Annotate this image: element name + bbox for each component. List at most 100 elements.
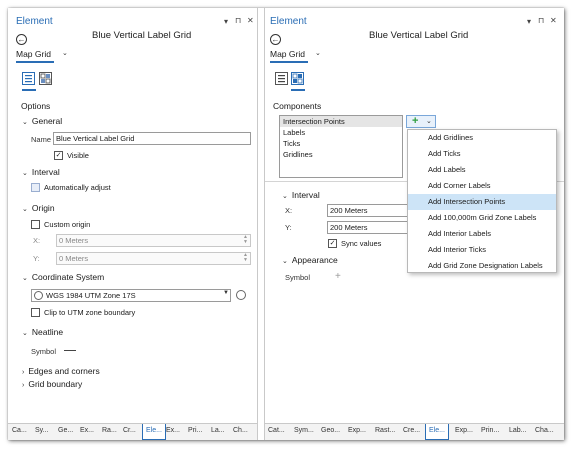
sync-values-checkbox[interactable]: ✓	[328, 239, 337, 248]
spinner-icon[interactable]: ▲ ▼	[243, 235, 248, 245]
tab-chart[interactable]: Cha...	[535, 427, 554, 434]
menu-item-add-grid-zone-labels[interactable]: Add 100,000m Grid Zone Labels	[408, 210, 556, 226]
properties-tab-icon[interactable]	[22, 72, 35, 85]
menu-item-add-gzd-labels[interactable]: Add Grid Zone Designation Labels	[408, 258, 556, 274]
tab-raster[interactable]: Rast...	[375, 427, 395, 434]
chevron-down-icon[interactable]: ⌄	[62, 49, 68, 57]
tab-layout[interactable]: La...	[211, 427, 225, 434]
auto-adjust-checkbox[interactable]	[31, 183, 40, 192]
list-item[interactable]: Ticks	[280, 138, 402, 149]
list-item[interactable]: Labels	[280, 127, 402, 138]
neatline-symbol-swatch[interactable]	[64, 350, 76, 351]
general-group-header[interactable]: ⌄ General	[22, 116, 62, 126]
grid-selector[interactable]: Map Grid	[16, 49, 51, 59]
display-tab-icon[interactable]	[39, 72, 52, 85]
pane-tab-strip: Cat... Sym... Geo... Exp... Rast... Cre.…	[265, 423, 564, 440]
tab-export[interactable]: Ex...	[80, 427, 94, 434]
close-icon[interactable]: ✕	[247, 16, 254, 25]
appearance-symbol-label: Symbol	[285, 273, 311, 282]
element-pane-left: Element ▾ ⊓ ✕ ← Blue Vertical Label Grid…	[8, 8, 258, 440]
pane-title: Element	[16, 16, 53, 27]
edges-corners-header[interactable]: › Edges and corners	[22, 366, 100, 376]
components-list[interactable]: Intersection Points Labels Ticks Gridlin…	[279, 115, 403, 178]
chevron-down-icon: ⌄	[426, 118, 432, 125]
grid-boundary-header[interactable]: › Grid boundary	[22, 379, 82, 389]
back-arrow-icon[interactable]: ←	[16, 34, 27, 45]
tab-create[interactable]: Cr...	[123, 427, 136, 434]
neatline-group-header[interactable]: ⌄ Neatline	[22, 327, 63, 337]
pin-icon[interactable]: ⊓	[538, 16, 544, 25]
interval-group-header[interactable]: ⌄ Interval	[282, 190, 320, 200]
tab-symbology[interactable]: Sy...	[35, 427, 48, 434]
visible-checkbox[interactable]: ✓	[54, 151, 63, 160]
origin-x-label: X:	[33, 236, 41, 245]
pane-options-button[interactable]: ▾	[527, 17, 531, 26]
active-tab-underline	[291, 89, 305, 91]
element-name: Blue Vertical Label Grid	[369, 30, 469, 41]
chevron-down-icon: ⌄	[22, 275, 28, 282]
name-label: Name	[31, 135, 52, 144]
grid-selector[interactable]: Map Grid	[270, 49, 305, 59]
tab-geoprocessing[interactable]: Geo...	[321, 427, 340, 434]
menu-item-add-corner-labels[interactable]: Add Corner Labels	[408, 178, 556, 194]
spinner-icon[interactable]: ▲ ▼	[243, 253, 248, 263]
globe-icon	[34, 291, 43, 300]
tab-export-2[interactable]: Ex...	[166, 427, 180, 434]
origin-x-input[interactable]: 0 Meters	[56, 234, 251, 247]
display-tab-icon[interactable]	[291, 72, 304, 85]
name-input[interactable]: Blue Vertical Label Grid	[53, 132, 251, 145]
custom-origin-checkbox[interactable]	[31, 220, 40, 229]
add-component-menu: Add Gridlines Add Ticks Add Labels Add C…	[407, 129, 557, 273]
symbol-swatch[interactable]: +	[335, 271, 341, 282]
tab-symbology[interactable]: Sym...	[294, 427, 314, 434]
menu-item-add-ticks[interactable]: Add Ticks	[408, 146, 556, 162]
menu-item-add-labels[interactable]: Add Labels	[408, 162, 556, 178]
chevron-down-icon[interactable]: ⌄	[315, 49, 321, 57]
options-heading: Options	[21, 101, 51, 111]
list-item[interactable]: Intersection Points	[280, 116, 402, 127]
tab-print[interactable]: Prin...	[481, 427, 499, 434]
menu-item-add-interior-labels[interactable]: Add Interior Labels	[408, 226, 556, 242]
tab-geoprocessing[interactable]: Ge...	[58, 427, 73, 434]
tab-element[interactable]: Ele...	[142, 424, 166, 440]
appearance-group-header[interactable]: ⌄ Appearance	[282, 255, 338, 265]
tab-catalog[interactable]: Cat...	[268, 427, 285, 434]
chevron-down-icon: ⌄	[22, 330, 28, 337]
add-component-button[interactable]: + ⌄	[406, 115, 436, 128]
origin-y-input[interactable]: 0 Meters	[56, 252, 251, 265]
dropdown-arrow-icon[interactable]: ▼	[223, 290, 229, 296]
coordinate-system-select[interactable]: WGS 1984 UTM Zone 17S	[31, 289, 231, 302]
chevron-down-icon: ⌄	[282, 193, 288, 200]
tab-print[interactable]: Pri...	[188, 427, 202, 434]
tab-catalog[interactable]: Ca...	[12, 427, 27, 434]
coordinate-system-group-header[interactable]: ⌄ Coordinate System	[22, 272, 104, 282]
back-arrow-icon[interactable]: ←	[270, 34, 281, 45]
pane-options-button[interactable]: ▾	[224, 17, 228, 26]
tab-export[interactable]: Exp...	[348, 427, 366, 434]
properties-tab-icon[interactable]	[275, 72, 288, 85]
interval-x-label: X:	[285, 206, 293, 215]
menu-item-add-gridlines[interactable]: Add Gridlines	[408, 130, 556, 146]
list-item[interactable]: Gridlines	[280, 149, 402, 160]
origin-group-header[interactable]: ⌄ Origin	[22, 203, 55, 213]
tab-export-2[interactable]: Exp...	[455, 427, 473, 434]
clip-utm-checkbox[interactable]	[31, 308, 40, 317]
interval-group-header[interactable]: ⌄ Interval	[22, 167, 60, 177]
chevron-right-icon: ›	[22, 382, 25, 389]
chevron-down-icon: ⌄	[282, 258, 288, 265]
chevron-down-icon: ⌄	[22, 206, 28, 213]
menu-item-add-intersection-points[interactable]: Add Intersection Points	[408, 194, 556, 210]
grid-selector-underline	[270, 61, 308, 63]
active-tab-underline	[22, 89, 36, 91]
pin-icon[interactable]: ⊓	[235, 16, 241, 25]
tab-layout[interactable]: Lab...	[509, 427, 527, 434]
chevron-down-icon: ⌄	[22, 119, 28, 126]
sync-values-label: Sync values	[341, 239, 382, 248]
tab-element[interactable]: Ele...	[425, 424, 449, 440]
tab-chart[interactable]: Ch...	[233, 427, 248, 434]
close-icon[interactable]: ✕	[550, 16, 557, 25]
tab-raster[interactable]: Ra...	[102, 427, 117, 434]
globe-settings-icon[interactable]	[236, 290, 246, 300]
menu-item-add-interior-ticks[interactable]: Add Interior Ticks	[408, 242, 556, 258]
tab-create[interactable]: Cre...	[403, 427, 420, 434]
